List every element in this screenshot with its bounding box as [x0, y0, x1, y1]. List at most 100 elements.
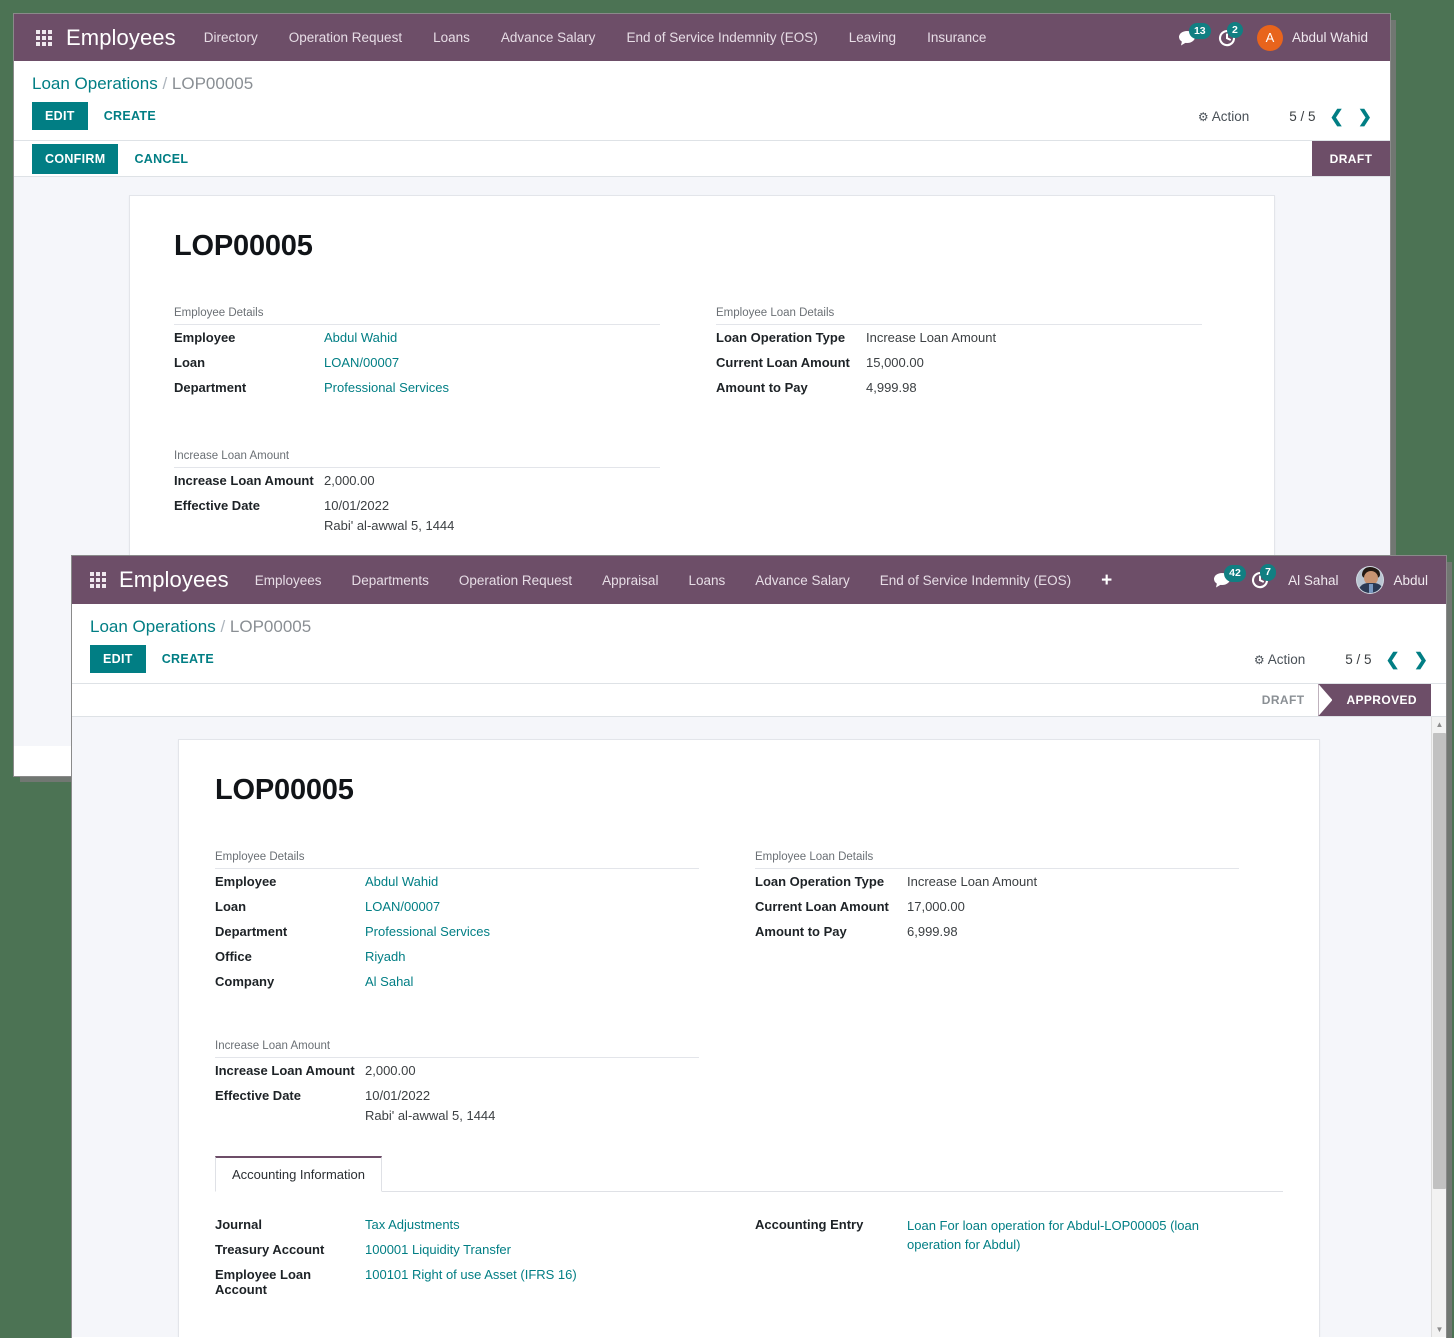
- field-value-loan[interactable]: LOAN/00007: [365, 894, 699, 919]
- navbar-menu-front: Employees Departments Operation Request …: [255, 569, 1213, 592]
- user-name-label: Abdul Wahid: [1291, 30, 1368, 45]
- tab-accounting-information[interactable]: Accounting Information: [215, 1156, 382, 1192]
- navbar-front: Employees Employees Departments Operatio…: [72, 556, 1446, 604]
- scroll-up-arrow-icon[interactable]: ▲: [1432, 717, 1446, 732]
- status-button-row-front: DRAFT APPROVED: [72, 684, 1446, 717]
- nav-item-leaving[interactable]: Leaving: [849, 26, 896, 49]
- field-label-employee: Employee: [174, 330, 236, 345]
- field-value-journal[interactable]: Tax Adjustments: [365, 1212, 699, 1237]
- messages-count-badge: 42: [1224, 565, 1246, 582]
- field-value-current-loan-amount: 17,000.00: [907, 899, 965, 914]
- effective-date-gregorian: 10/01/2022: [324, 498, 390, 513]
- field-label-loan-operation-type: Loan Operation Type: [716, 330, 846, 345]
- field-row: Effective Date 10/01/2022 Rabi' al-awwal…: [174, 493, 660, 538]
- plus-icon[interactable]: +: [1101, 571, 1112, 590]
- status-button-row-back: CONFIRM CANCEL DRAFT: [14, 141, 1390, 177]
- breadcrumb-current-record: LOP00005: [229, 617, 312, 636]
- navbar-back: Employees Directory Operation Request Lo…: [14, 14, 1390, 61]
- field-value-department[interactable]: Professional Services: [324, 375, 660, 400]
- gear-icon: ⚙: [1197, 109, 1209, 124]
- group-title-increase-loan-amount: Increase Loan Amount: [174, 450, 660, 468]
- field-label-accounting-entry: Accounting Entry: [755, 1217, 864, 1232]
- field-value-department[interactable]: Professional Services: [365, 919, 699, 944]
- chevron-left-icon[interactable]: ❮: [1330, 108, 1344, 125]
- action-menu-label: Action: [1211, 108, 1250, 124]
- field-row: Amount to Pay 4,999.98: [716, 375, 1202, 400]
- scroll-down-arrow-icon[interactable]: ▼: [1432, 1322, 1446, 1337]
- breadcrumb-loan-operations[interactable]: Loan Operations: [32, 74, 158, 93]
- foreground-window[interactable]: Employees Employees Departments Operatio…: [72, 556, 1446, 1338]
- field-row: Employee Loan Account 100101 Right of us…: [215, 1262, 699, 1302]
- nav-item-loans[interactable]: Loans: [688, 569, 725, 592]
- status-stage-draft[interactable]: DRAFT: [1312, 141, 1390, 176]
- activity-clock-icon[interactable]: 7: [1251, 564, 1277, 589]
- field-value-amount-to-pay: 6,999.98: [907, 924, 958, 939]
- edit-button[interactable]: EDIT: [32, 102, 88, 130]
- field-label-increase-loan-amount: Increase Loan Amount: [215, 1063, 355, 1078]
- group-title-employee-loan-details: Employee Loan Details: [755, 851, 1239, 869]
- action-menu[interactable]: ⚙ Action: [1254, 652, 1305, 667]
- field-label-company: Company: [215, 974, 275, 989]
- nav-item-advance-salary[interactable]: Advance Salary: [501, 26, 596, 49]
- nav-item-eos[interactable]: End of Service Indemnity (EOS): [626, 26, 817, 49]
- app-brand-employees[interactable]: Employees: [119, 567, 229, 593]
- cancel-button[interactable]: CANCEL: [122, 144, 200, 174]
- field-value-effective-date: 10/01/2022 Rabi' al-awwal 5, 1444: [365, 1083, 699, 1128]
- record-title: LOP00005: [215, 774, 354, 806]
- record-title: LOP00005: [174, 230, 313, 262]
- navbar-systray-front: 42 7 Al Sahal Abdul: [1213, 564, 1434, 594]
- field-value-accounting-entry[interactable]: Loan For loan operation for Abdul-LOP000…: [907, 1212, 1239, 1260]
- action-menu[interactable]: ⚙ Action: [1198, 109, 1249, 124]
- status-stage-approved[interactable]: APPROVED: [1332, 684, 1431, 716]
- nav-item-eos[interactable]: End of Service Indemnity (EOS): [880, 569, 1071, 592]
- create-button[interactable]: CREATE: [150, 645, 226, 673]
- breadcrumb-loan-operations[interactable]: Loan Operations: [90, 617, 216, 636]
- field-row: Loan Operation Type Increase Loan Amount: [716, 325, 1202, 350]
- field-value-loan[interactable]: LOAN/00007: [324, 350, 660, 375]
- nav-item-departments[interactable]: Departments: [352, 569, 429, 592]
- nav-item-employees[interactable]: Employees: [255, 569, 322, 592]
- chevron-right-icon[interactable]: ❯: [1414, 651, 1428, 668]
- field-value-employee-loan-account[interactable]: 100101 Right of use Asset (IFRS 16): [365, 1262, 699, 1302]
- nav-item-advance-salary[interactable]: Advance Salary: [755, 569, 850, 592]
- vertical-scrollbar[interactable]: ▲ ▼: [1431, 717, 1446, 1337]
- app-brand-employees[interactable]: Employees: [66, 25, 176, 51]
- messages-icon[interactable]: 42: [1213, 565, 1246, 588]
- field-label-current-loan-amount: Current Loan Amount: [755, 899, 889, 914]
- user-menu-back[interactable]: A Abdul Wahid: [1256, 24, 1368, 51]
- create-button[interactable]: CREATE: [92, 102, 168, 130]
- scrollbar-thumb[interactable]: [1433, 733, 1446, 1189]
- pager-counter: 5 / 5: [1345, 651, 1372, 667]
- company-switcher[interactable]: Al Sahal: [1288, 573, 1338, 588]
- nav-item-insurance[interactable]: Insurance: [927, 26, 986, 49]
- field-row: Amount to Pay 6,999.98: [755, 919, 1239, 944]
- apps-grid-icon[interactable]: [36, 29, 52, 46]
- field-value-increase-loan-amount: 2,000.00: [324, 473, 375, 488]
- effective-date-hijri: Rabi' al-awwal 5, 1444: [324, 518, 455, 533]
- nav-item-operation-request[interactable]: Operation Request: [289, 26, 402, 49]
- field-row: Company Al Sahal: [215, 969, 699, 994]
- user-menu-front[interactable]: Abdul: [1356, 566, 1428, 594]
- field-row: Effective Date 10/01/2022 Rabi' al-awwal…: [215, 1083, 699, 1128]
- nav-item-operation-request[interactable]: Operation Request: [459, 569, 572, 592]
- field-value-employee[interactable]: Abdul Wahid: [365, 869, 699, 894]
- nav-item-directory[interactable]: Directory: [204, 26, 258, 49]
- chevron-right-icon[interactable]: ❯: [1358, 108, 1372, 125]
- field-label-increase-loan-amount: Increase Loan Amount: [174, 473, 314, 488]
- edit-button[interactable]: EDIT: [90, 645, 146, 673]
- field-value-office[interactable]: Riyadh: [365, 944, 699, 969]
- chevron-left-icon[interactable]: ❮: [1386, 651, 1400, 668]
- status-stage-draft[interactable]: DRAFT: [1247, 684, 1319, 716]
- field-value-treasury-account[interactable]: 100001 Liquidity Transfer: [365, 1237, 699, 1262]
- activity-clock-icon[interactable]: 2: [1218, 21, 1243, 47]
- nav-item-loans[interactable]: Loans: [433, 26, 470, 49]
- field-value-employee[interactable]: Abdul Wahid: [324, 325, 660, 350]
- field-value-company[interactable]: Al Sahal: [365, 969, 699, 994]
- messages-icon[interactable]: 13: [1178, 22, 1211, 46]
- apps-grid-icon[interactable]: [90, 572, 106, 588]
- nav-item-appraisal[interactable]: Appraisal: [602, 569, 658, 592]
- confirm-button[interactable]: CONFIRM: [32, 143, 119, 174]
- desktop-background: Employees Directory Operation Request Lo…: [0, 0, 1454, 1338]
- user-name-label: Abdul: [1393, 572, 1428, 588]
- field-label-loan: Loan: [215, 899, 247, 914]
